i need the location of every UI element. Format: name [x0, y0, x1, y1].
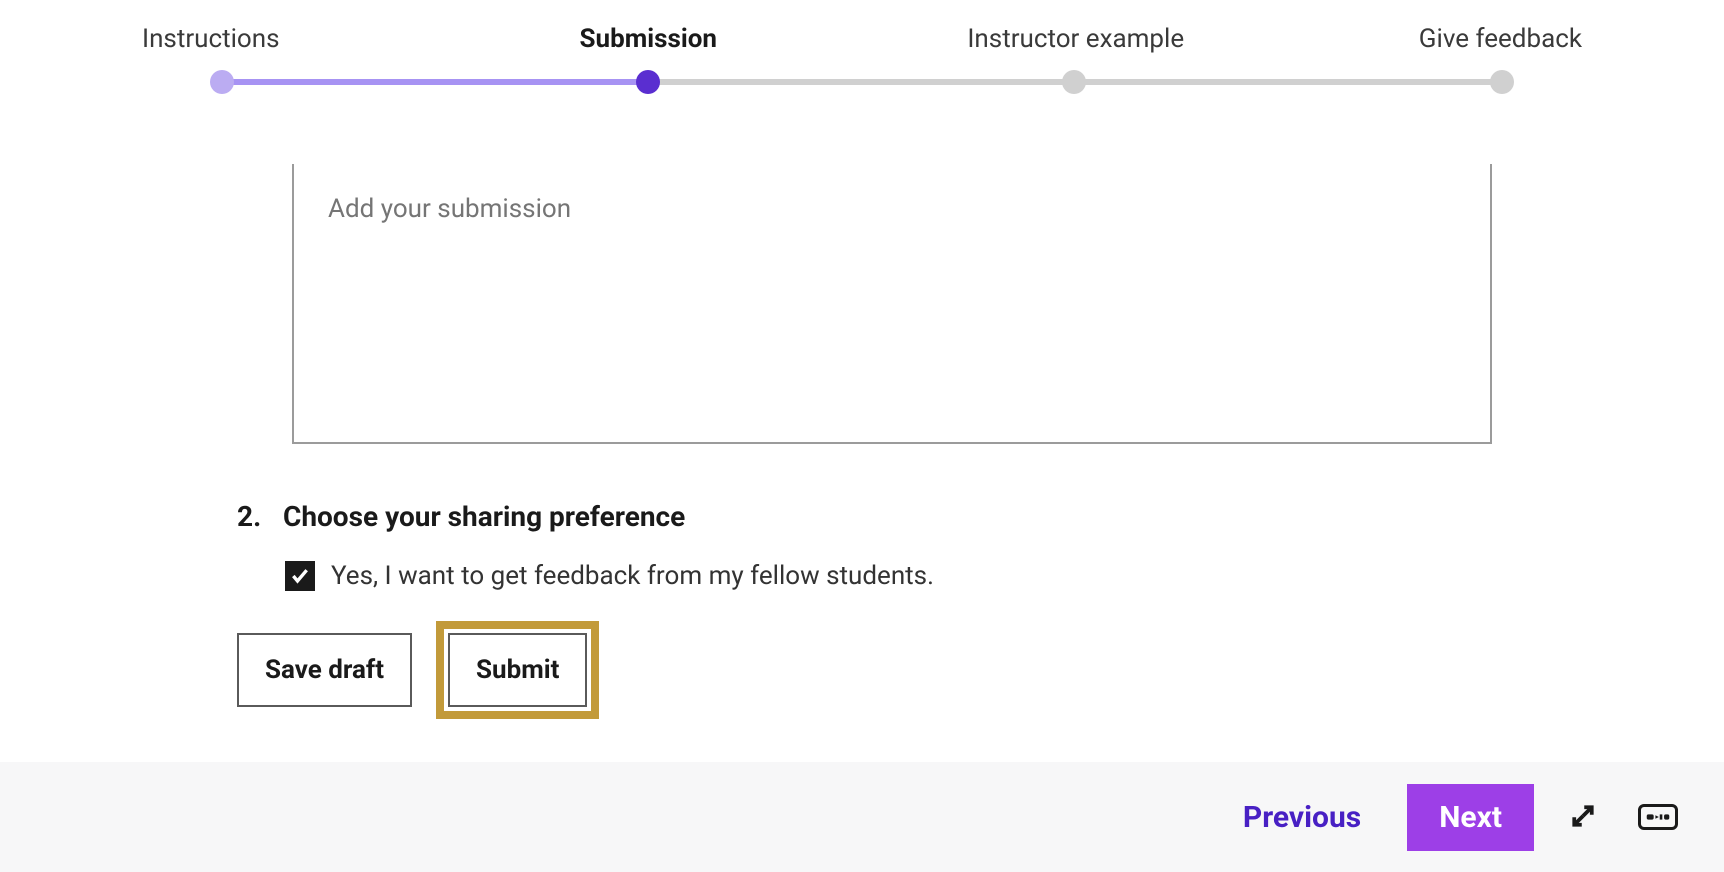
save-draft-button[interactable]: Save draft [237, 633, 412, 707]
sharing-checkbox-label: Yes, I want to get feedback from my fell… [331, 561, 934, 591]
step-dot-3[interactable] [1062, 70, 1086, 94]
sharing-checkbox[interactable] [285, 561, 315, 591]
expand-icon [1568, 801, 1598, 831]
section-2-title: Choose your sharing preference [283, 500, 685, 533]
step-dot-2[interactable] [636, 70, 660, 94]
step-label-instructions[interactable]: Instructions [142, 24, 480, 54]
submission-textarea[interactable] [292, 164, 1492, 444]
sharing-preference-row: Yes, I want to get feedback from my fell… [285, 561, 1487, 591]
footer-bar: Previous Next [0, 762, 1724, 872]
step-label-give-feedback[interactable]: Give feedback [1245, 24, 1583, 54]
submit-button[interactable]: Submit [448, 633, 587, 707]
check-icon [290, 566, 310, 586]
step-label-instructor-example[interactable]: Instructor example [817, 24, 1245, 54]
section-2-heading: 2. Choose your sharing preference [237, 500, 1487, 533]
step-dot-4[interactable] [1490, 70, 1514, 94]
step-dot-1[interactable] [210, 70, 234, 94]
section-2-number: 2. [237, 500, 265, 533]
progress-stepper: Instructions Submission Instructor examp… [0, 0, 1724, 114]
submit-highlight-frame: Submit [436, 621, 599, 719]
stepper-track-fill [222, 79, 648, 85]
action-button-row: Save draft Submit [237, 621, 1487, 719]
stepper-track [222, 70, 1502, 94]
stepper-labels: Instructions Submission Instructor examp… [142, 24, 1582, 54]
step-label-submission[interactable]: Submission [480, 24, 818, 54]
expand-button[interactable] [1562, 795, 1604, 840]
next-button[interactable]: Next [1407, 784, 1534, 851]
captions-button[interactable] [1632, 798, 1684, 836]
previous-button[interactable]: Previous [1225, 788, 1379, 847]
content-wrapper: 2. Choose your sharing preference Yes, I… [177, 164, 1547, 719]
captions-icon [1638, 804, 1678, 830]
